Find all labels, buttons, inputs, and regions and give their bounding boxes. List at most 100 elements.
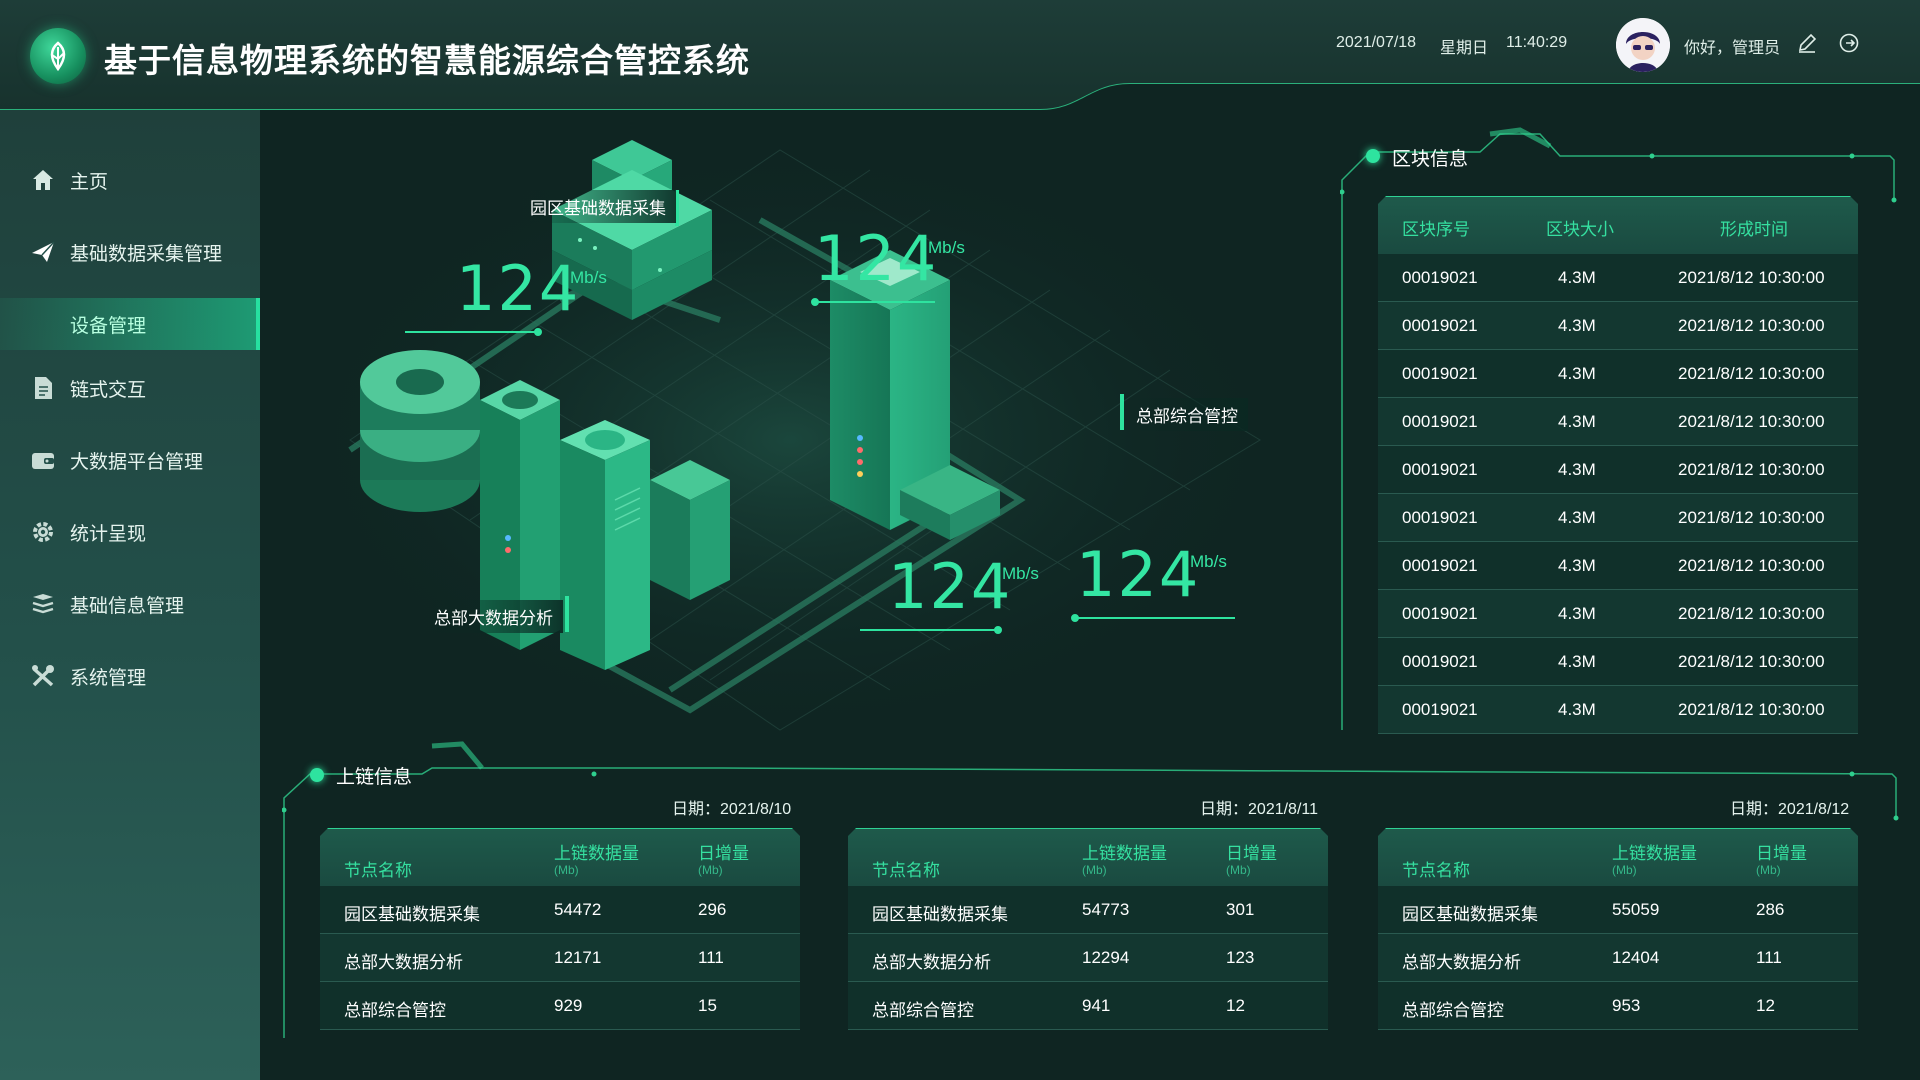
- sidebar-item-home[interactable]: 主页: [0, 154, 260, 206]
- table-cell: 00019021: [1402, 604, 1478, 623]
- table-cell: 2021/8/12 10:30:00: [1678, 268, 1825, 287]
- label-hq-control: 总部综合管控: [1126, 398, 1248, 431]
- label-park-data-collection: 园区基础数据采集: [520, 190, 676, 223]
- tools-icon: [32, 665, 54, 687]
- table-cell: 12: [1226, 996, 1245, 1015]
- block-table-header: 区块序号 区块大小 形成时间: [1378, 196, 1858, 254]
- speed-unit: Mb/s: [1002, 564, 1039, 583]
- date-prefix: 日期：: [672, 801, 721, 818]
- table-cell: 00019021: [1402, 700, 1478, 719]
- header-bar: 基于信息物理系统的智慧能源综合管控系统 2021/07/18 星期日 11:40…: [0, 0, 1920, 120]
- table-row[interactable]: 00019021 4.3M 2021/8/12 10:30:00: [1378, 542, 1858, 590]
- table-cell: 2021/8/12 10:30:00: [1678, 700, 1825, 719]
- avatar[interactable]: [1616, 18, 1670, 72]
- column-header: 节点名称: [344, 861, 412, 880]
- table-cell: 2021/8/12 10:30:00: [1678, 364, 1825, 383]
- table-cell: 2021/8/12 10:30:00: [1678, 604, 1825, 623]
- speed-unit: Mb/s: [1190, 552, 1227, 571]
- sidebar-item-label: 设备管理: [70, 315, 147, 337]
- sidebar-item-bigdata-platform[interactable]: 大数据平台管理: [0, 434, 260, 486]
- table-cell: 12: [1756, 996, 1775, 1015]
- table-cell: 12171: [554, 948, 602, 967]
- chain-table-header: 节点名称 上链数据量 (Mb) 日增量 (Mb): [848, 828, 1328, 886]
- table-row[interactable]: 总部大数据分析 12171 111: [320, 934, 800, 982]
- table-row[interactable]: 00019021 4.3M 2021/8/12 10:30:00: [1378, 590, 1858, 638]
- paper-plane-icon: [32, 241, 55, 262]
- sidebar-item-label: 大数据平台管理: [70, 451, 204, 473]
- table-row[interactable]: 园区基础数据采集 54773 301: [848, 886, 1328, 934]
- table-date: 日期：2021/8/11: [1200, 795, 1318, 819]
- sidebar-item-system[interactable]: 系统管理: [0, 650, 260, 702]
- table-row[interactable]: 00019021 4.3M 2021/8/12 10:30:00: [1378, 254, 1858, 302]
- time-text: 11:40:29: [1506, 34, 1568, 51]
- table-cell: 54472: [554, 900, 602, 919]
- table-cell: 55059: [1612, 900, 1660, 919]
- table-cell: 2021/8/12 10:30:00: [1678, 412, 1825, 431]
- table-row[interactable]: 00019021 4.3M 2021/8/12 10:30:00: [1378, 494, 1858, 542]
- logout-icon[interactable]: [1838, 32, 1860, 54]
- table-row[interactable]: 00019021 4.3M 2021/8/12 10:30:00: [1378, 638, 1858, 686]
- table-row[interactable]: 园区基础数据采集 54472 296: [320, 886, 800, 934]
- table-cell: 园区基础数据采集: [1402, 905, 1538, 924]
- table-cell: 总部大数据分析: [872, 953, 991, 972]
- weekday-text: 星期日: [1440, 40, 1489, 57]
- column-unit: (Mb): [554, 863, 579, 877]
- table-cell: 4.3M: [1558, 268, 1596, 287]
- table-cell: 园区基础数据采集: [872, 905, 1008, 924]
- panel-dot-icon: [310, 768, 324, 782]
- table-row[interactable]: 00019021 4.3M 2021/8/12 10:30:00: [1378, 446, 1858, 494]
- column-header: 节点名称: [872, 861, 940, 880]
- table-cell: 111: [1756, 948, 1782, 967]
- table-cell: 00019021: [1402, 316, 1478, 335]
- table-row[interactable]: 总部大数据分析 12404 111: [1378, 934, 1858, 982]
- speed-value: 124: [814, 222, 939, 295]
- table-cell: 00019021: [1402, 556, 1478, 575]
- column-unit: (Mb): [1082, 863, 1107, 877]
- table-cell: 总部综合管控: [872, 1001, 974, 1020]
- table-cell: 286: [1756, 900, 1785, 919]
- table-cell: 4.3M: [1558, 364, 1596, 383]
- date-value: 2021/8/11: [1248, 801, 1319, 818]
- table-row[interactable]: 00019021 4.3M 2021/8/12 10:30:00: [1378, 398, 1858, 446]
- table-cell: 12404: [1612, 948, 1660, 967]
- table-cell: 4.3M: [1558, 556, 1596, 575]
- column-header: 区块大小: [1546, 220, 1614, 239]
- sidebar-item-data-collection[interactable]: 基础数据采集管理: [0, 226, 260, 278]
- app-title: 基于信息物理系统的智慧能源综合管控系统: [104, 42, 750, 79]
- table-cell: 4.3M: [1558, 316, 1596, 335]
- table-cell: 园区基础数据采集: [344, 905, 480, 924]
- column-unit: (Mb): [1226, 863, 1251, 877]
- sidebar-item-label: 链式交互: [70, 379, 147, 401]
- sidebar-item-device-management[interactable]: 设备管理: [0, 298, 260, 350]
- table-row[interactable]: 00019021 4.3M 2021/8/12 10:30:00: [1378, 302, 1858, 350]
- table-row[interactable]: 园区基础数据采集 55059 286: [1378, 886, 1858, 934]
- sidebar-item-statistics[interactable]: 统计呈现: [0, 506, 260, 558]
- chain-info-title: 上链信息: [336, 767, 413, 788]
- table-cell: 301: [1226, 900, 1255, 919]
- table-row[interactable]: 总部大数据分析 12294 123: [848, 934, 1328, 982]
- sidebar-item-label: 基础数据采集管理: [70, 243, 223, 265]
- table-cell: 4.3M: [1558, 412, 1596, 431]
- column-header: 上链数据量: [1612, 844, 1697, 863]
- table-cell: 2021/8/12 10:30:00: [1678, 316, 1825, 335]
- table-row[interactable]: 总部综合管控 941 12: [848, 982, 1328, 1030]
- sidebar-item-chain-interaction[interactable]: 链式交互: [0, 362, 260, 414]
- table-row[interactable]: 00019021 4.3M 2021/8/12 10:30:00: [1378, 686, 1858, 734]
- table-cell: 4.3M: [1558, 604, 1596, 623]
- speed-value: 124: [888, 550, 1013, 623]
- date-value: 2021/8/12: [1778, 801, 1850, 818]
- sidebar-item-basic-info[interactable]: 基础信息管理: [0, 578, 260, 630]
- table-row[interactable]: 总部综合管控 953 12: [1378, 982, 1858, 1030]
- table-cell: 总部综合管控: [344, 1001, 446, 1020]
- table-cell: 2021/8/12 10:30:00: [1678, 652, 1825, 671]
- table-cell: 4.3M: [1558, 460, 1596, 479]
- table-row[interactable]: 00019021 4.3M 2021/8/12 10:30:00: [1378, 350, 1858, 398]
- sidebar-item-label: 系统管理: [70, 667, 147, 689]
- label-hq-bigdata: 总部大数据分析: [424, 600, 563, 633]
- table-row[interactable]: 总部综合管控 929 15: [320, 982, 800, 1030]
- table-cell: 00019021: [1402, 652, 1478, 671]
- speed-value: 124: [1076, 538, 1201, 611]
- layers-icon: [32, 594, 54, 614]
- pencil-icon[interactable]: [1796, 32, 1818, 54]
- column-unit: (Mb): [1756, 863, 1781, 877]
